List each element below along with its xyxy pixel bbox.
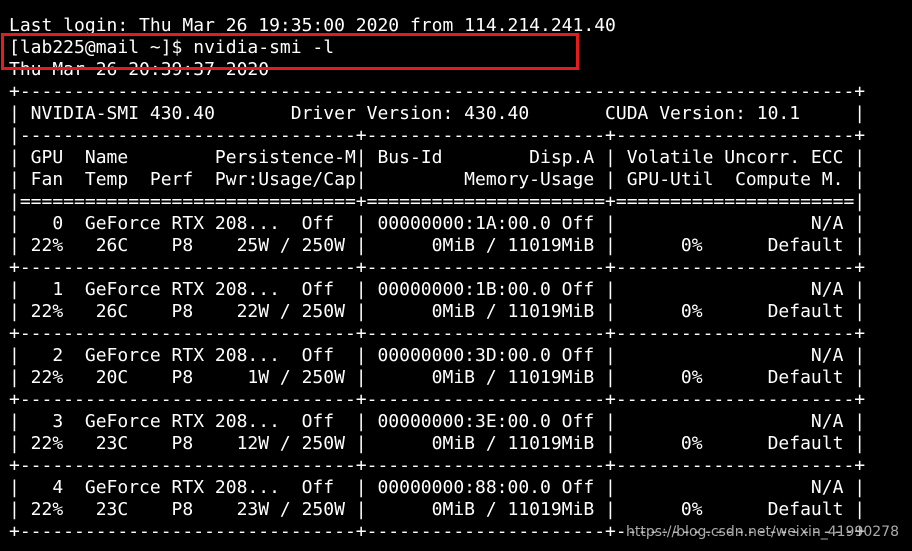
gpu-2-row-2: | 22% 20C P8 1W / 250W | 0MiB / 11019MiB… [9,367,866,388]
table-header-separator: |===============================+=======… [9,191,866,212]
table-divider: |-------------------------------+-------… [9,125,866,146]
table-row-separator: +-------------------------------+-------… [9,389,866,410]
gpu-2-row-1: | 2 GeForce RTX 208... Off | 00000000:3D… [9,345,866,366]
gpu-3-row-1: | 3 GeForce RTX 208... Off | 00000000:3E… [9,411,866,432]
gpu-4-row-1: | 4 GeForce RTX 208... Off | 00000000:88… [9,477,866,498]
terminal-window[interactable]: Last login: Thu Mar 26 19:35:00 2020 fro… [0,0,912,551]
table-border-top: +---------------------------------------… [9,81,866,102]
watermark-url: https://blog.csdn.net/weixin_41990278 [622,523,902,541]
gpu-4-row-2: | 22% 23C P8 23W / 250W | 0MiB / 11019Mi… [9,499,866,520]
gpu-0-row-2: | 22% 26C P8 25W / 250W | 0MiB / 11019Mi… [9,235,866,256]
table-header-versions: | NVIDIA-SMI 430.40 Driver Version: 430.… [9,103,866,124]
terminal-line-last-login: Last login: Thu Mar 26 19:35:00 2020 fro… [9,15,616,36]
terminal-line-command: [lab225@mail ~]$ nvidia-smi -l [9,37,335,58]
table-row-separator: +-------------------------------+-------… [9,257,866,278]
gpu-1-row-1: | 1 GeForce RTX 208... Off | 00000000:1B… [9,279,866,300]
table-column-headers-1: | GPU Name Persistence-M| Bus-Id Disp.A … [9,147,866,168]
table-column-headers-2: | Fan Temp Perf Pwr:Usage/Cap| Memory-Us… [9,169,866,190]
terminal-line-timestamp: Thu Mar 26 20:39:37 2020 [9,59,270,80]
gpu-3-row-2: | 22% 23C P8 12W / 250W | 0MiB / 11019Mi… [9,433,866,454]
gpu-0-row-1: | 0 GeForce RTX 208... Off | 00000000:1A… [9,213,866,234]
table-row-separator: +-------------------------------+-------… [9,323,866,344]
terminal-output[interactable]: Last login: Thu Mar 26 19:35:00 2020 fro… [9,15,865,543]
gpu-1-row-2: | 22% 26C P8 22W / 250W | 0MiB / 11019Mi… [9,301,866,322]
table-row-separator: +-------------------------------+-------… [9,455,866,476]
